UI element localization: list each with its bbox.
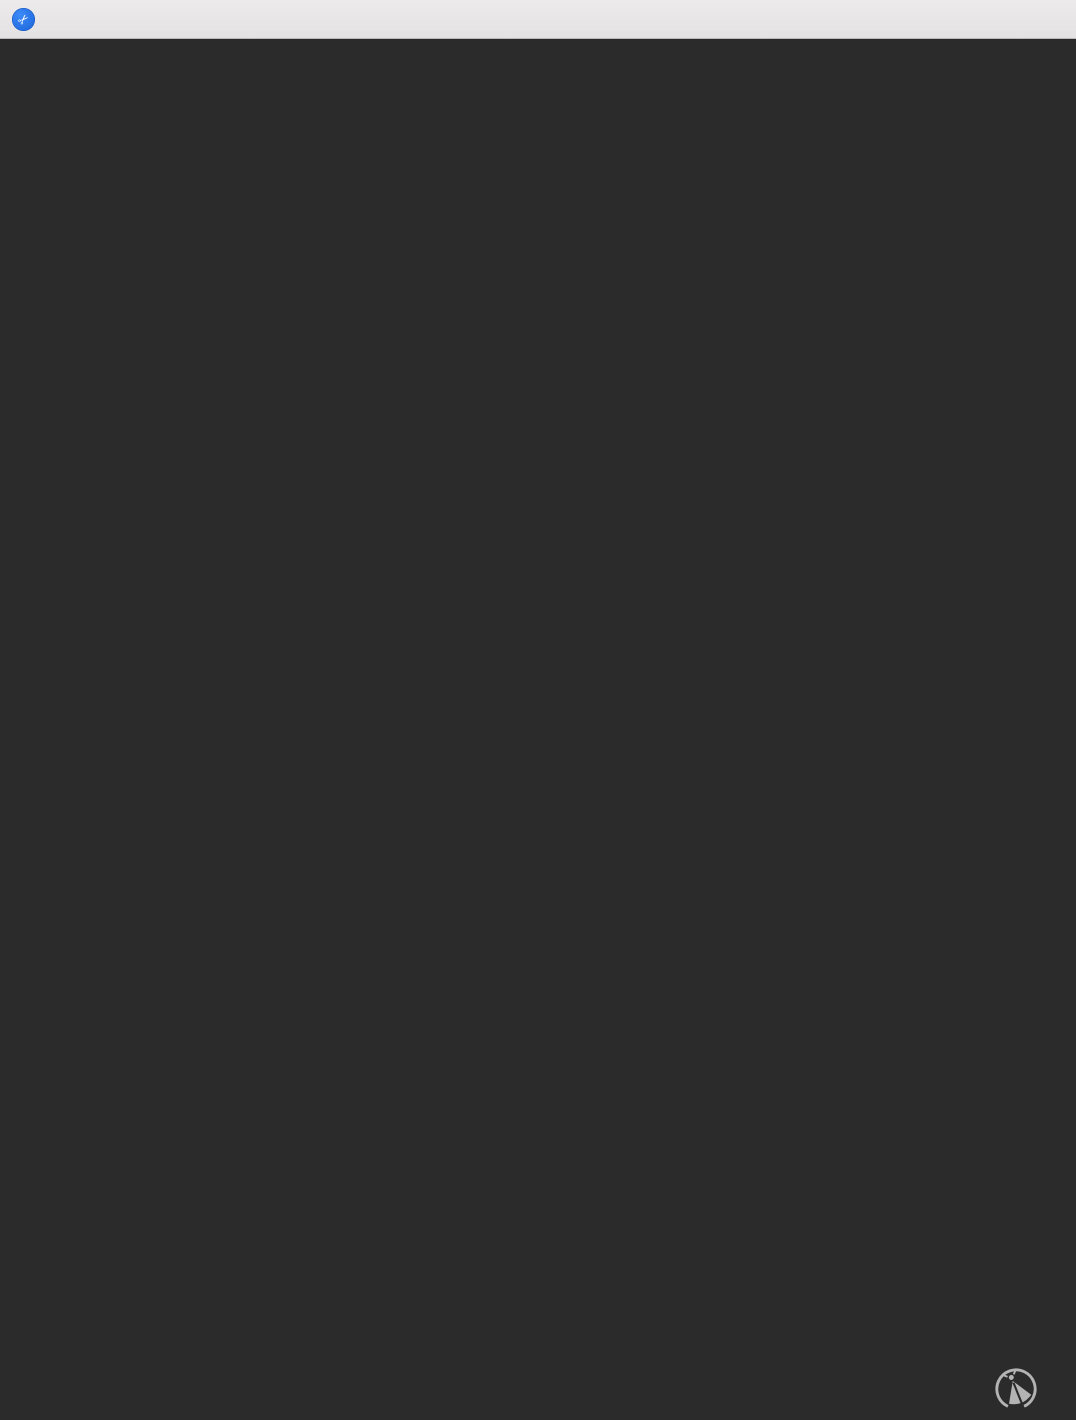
editor-body[interactable] (0, 39, 1076, 41)
title-bar: ✂ (0, 0, 1076, 39)
xnip-scissors-icon: ✂ (12, 8, 35, 31)
seebug-bug-icon (993, 1366, 1039, 1412)
seebug-watermark (993, 1366, 1048, 1412)
code-editor[interactable] (0, 39, 1076, 1420)
xnip-screenshot-window: ✂ (0, 0, 1076, 1420)
